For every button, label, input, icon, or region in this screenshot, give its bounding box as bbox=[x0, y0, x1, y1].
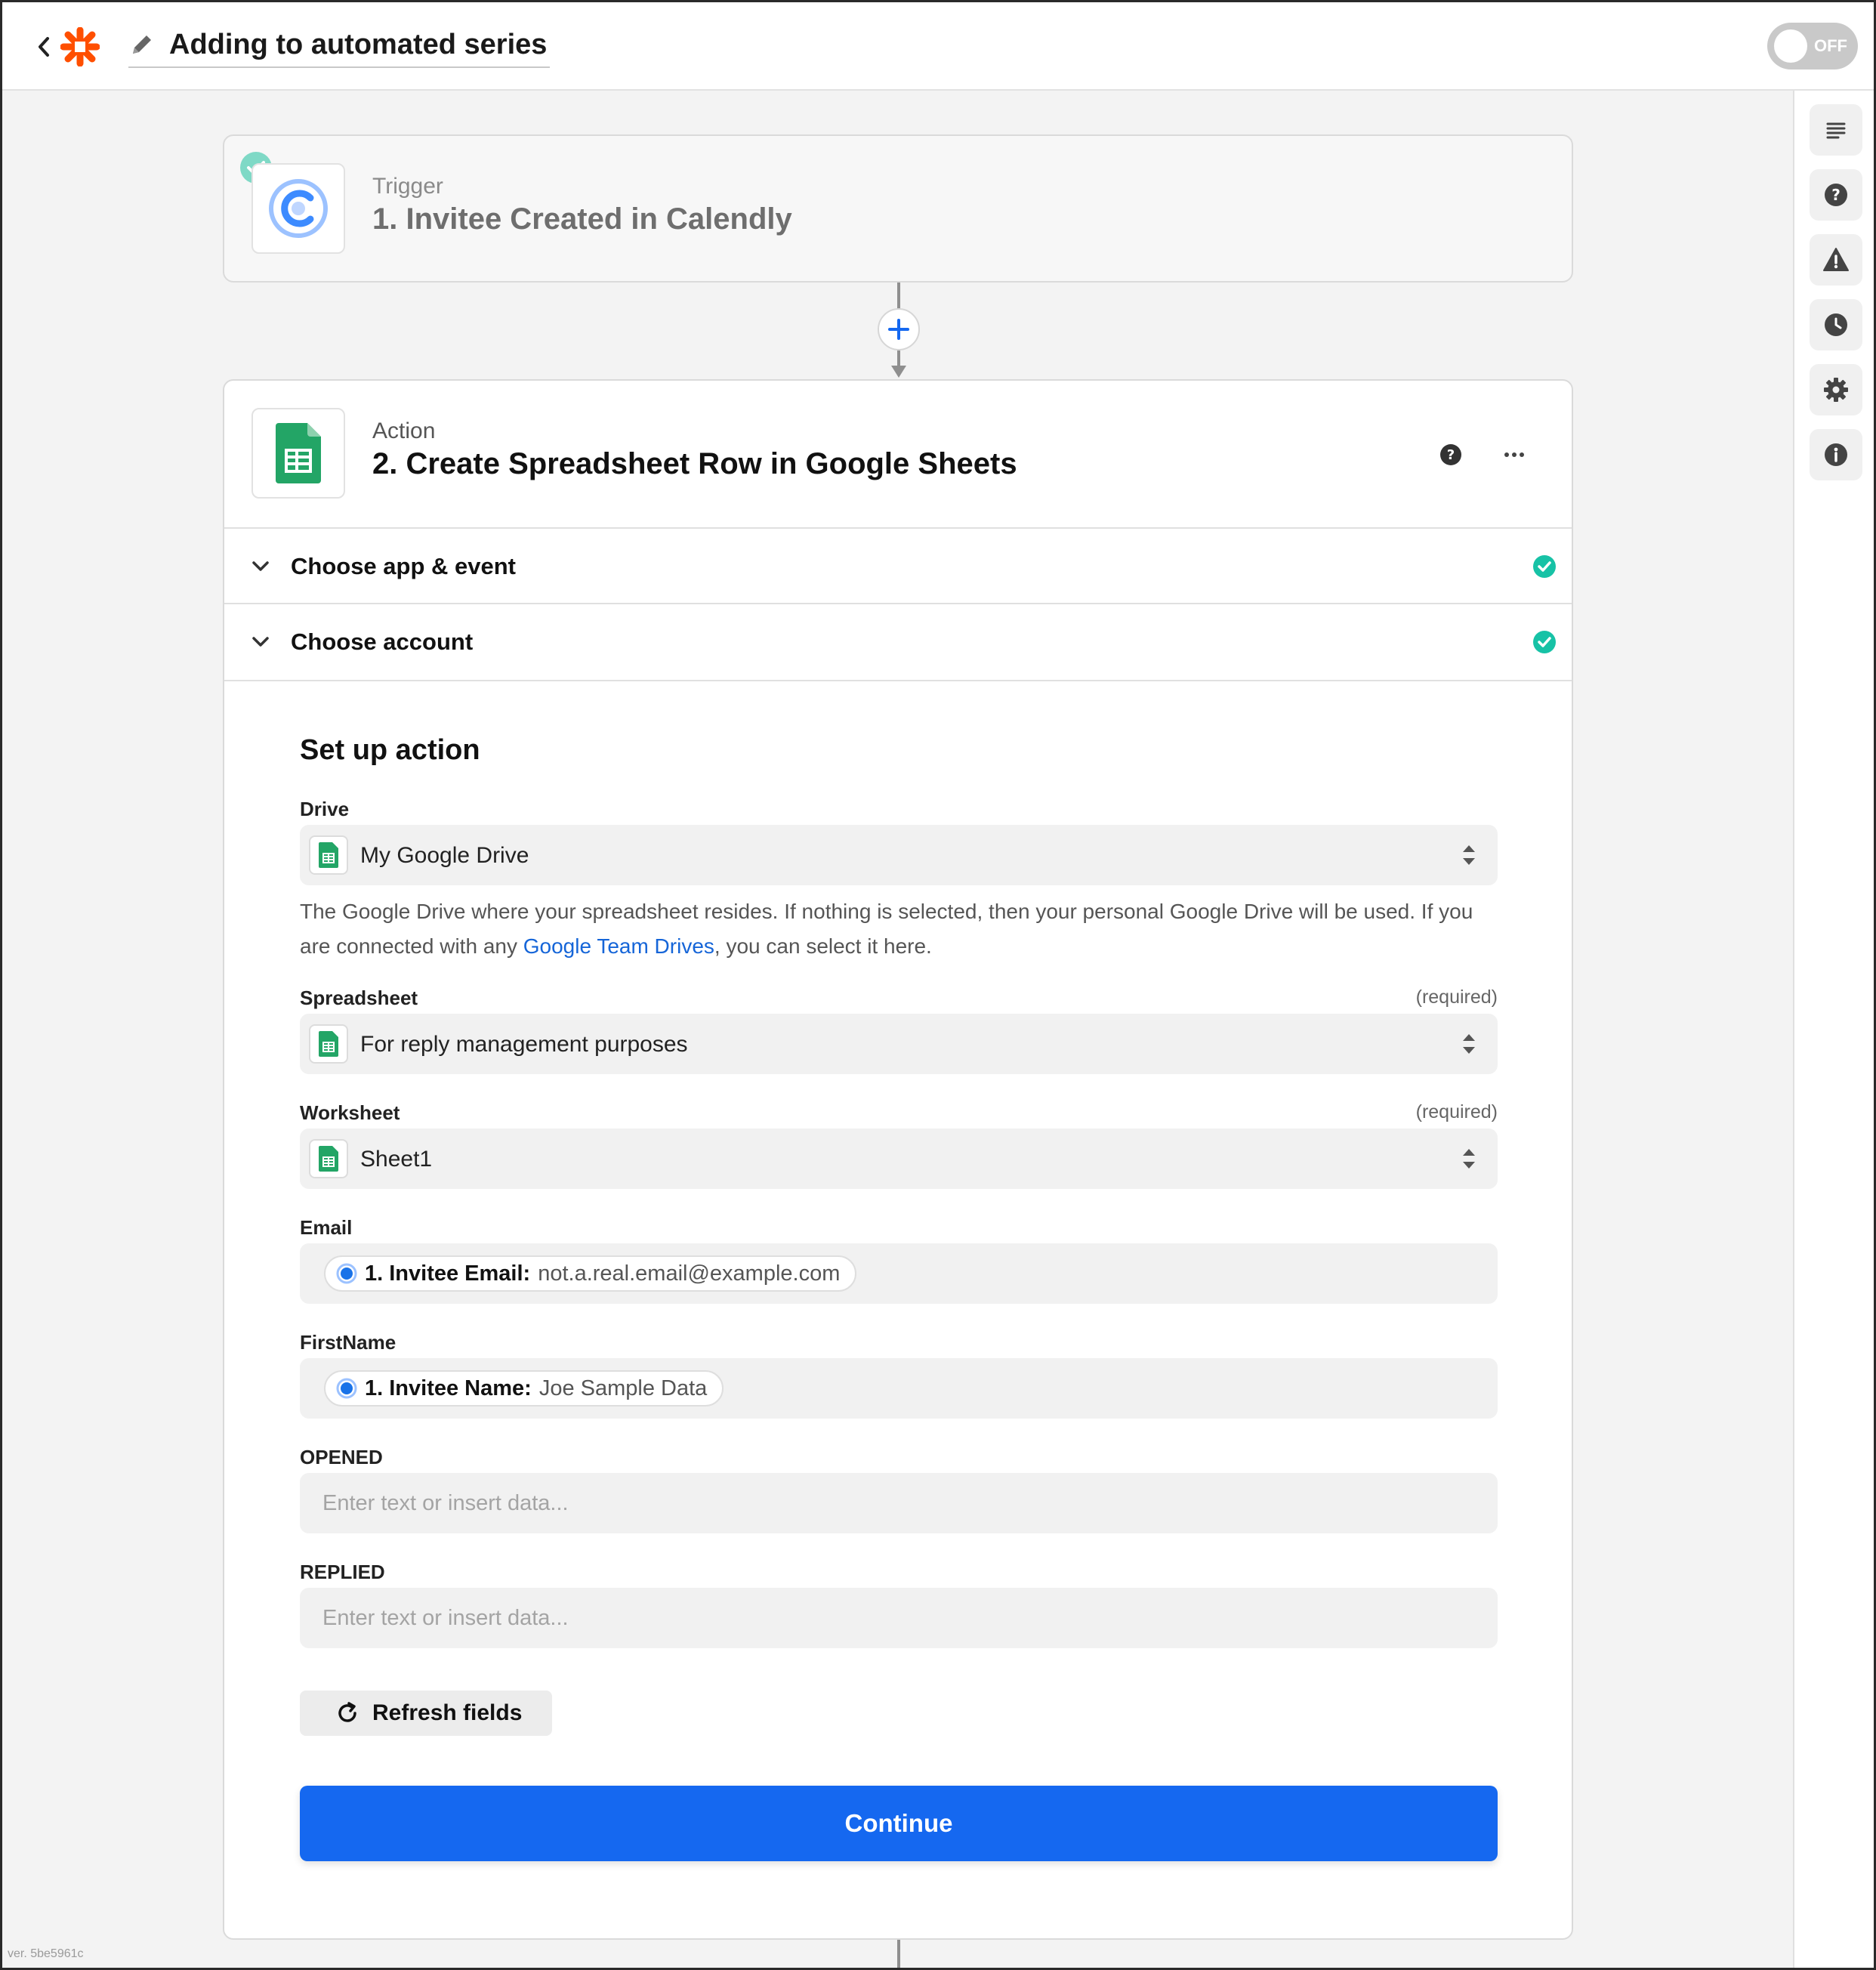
sidebar-info-button[interactable] bbox=[1810, 429, 1862, 480]
editor-canvas: Trigger 1. Invitee Created in Calendly A… bbox=[0, 91, 1793, 1970]
top-header: Adding to automated series OFF bbox=[0, 0, 1876, 91]
opened-placeholder: Enter text or insert data... bbox=[322, 1491, 569, 1515]
action-kind-label: Action bbox=[372, 418, 436, 443]
sort-arrows-icon bbox=[1463, 1034, 1475, 1054]
pill-value: not.a.real.email@example.com bbox=[538, 1261, 841, 1286]
trigger-step-card[interactable]: Trigger 1. Invitee Created in Calendly bbox=[223, 134, 1573, 283]
right-sidebar: ? bbox=[1793, 91, 1876, 1970]
email-field[interactable]: 1. Invitee Email: not.a.real.email@examp… bbox=[300, 1243, 1498, 1304]
google-sheets-app-icon bbox=[251, 408, 345, 499]
svg-text:?: ? bbox=[1831, 186, 1841, 204]
sidebar-alerts-button[interactable] bbox=[1810, 234, 1862, 286]
connector-line-bottom-continuation bbox=[897, 1940, 900, 1970]
drive-value: My Google Drive bbox=[360, 843, 529, 868]
google-sheets-icon bbox=[309, 835, 348, 875]
opened-label: OPENED bbox=[300, 1446, 383, 1468]
mapped-data-pill[interactable]: 1. Invitee Email: not.a.real.email@examp… bbox=[324, 1255, 857, 1292]
refresh-icon bbox=[338, 1702, 356, 1722]
version-label: ver. 5be5961c bbox=[8, 1947, 84, 1960]
pencil-icon bbox=[133, 36, 151, 54]
question-circle-icon: ? bbox=[1440, 444, 1461, 465]
google-team-drives-link[interactable]: Google Team Drives bbox=[523, 934, 714, 958]
drive-label: Drive bbox=[300, 798, 350, 820]
action-step-title: 2. Create Spreadsheet Row in Google Shee… bbox=[372, 447, 1017, 480]
gear-icon bbox=[1824, 378, 1848, 402]
pill-value: Joe Sample Data bbox=[538, 1376, 708, 1400]
replied-placeholder: Enter text or insert data... bbox=[322, 1606, 569, 1630]
chevron-left-icon bbox=[39, 37, 49, 57]
replied-field[interactable]: Enter text or insert data... bbox=[300, 1588, 1498, 1648]
section-label: Choose account bbox=[291, 628, 474, 655]
calendly-icon bbox=[336, 1263, 357, 1284]
warning-triangle-icon bbox=[1823, 248, 1849, 271]
worksheet-value: Sheet1 bbox=[360, 1147, 433, 1172]
toggle-state-label: OFF bbox=[1814, 36, 1847, 55]
firstname-label: FirstName bbox=[300, 1331, 396, 1354]
pill-key: 1. Invitee Name: bbox=[365, 1376, 532, 1400]
check-circle-icon bbox=[1533, 631, 1556, 653]
check-circle-icon bbox=[1533, 555, 1556, 578]
more-horizontal-icon bbox=[1504, 452, 1524, 457]
trigger-step-title: 1. Invitee Created in Calendly bbox=[372, 202, 792, 236]
sidebar-history-button[interactable] bbox=[1810, 299, 1862, 350]
drive-help-text: The Google Drive where your spreadsheet … bbox=[300, 894, 1501, 964]
continue-button[interactable]: Continue bbox=[300, 1786, 1498, 1861]
sidebar-settings-button[interactable] bbox=[1810, 364, 1862, 415]
sidebar-help-button[interactable]: ? bbox=[1810, 169, 1862, 221]
zap-title-editor[interactable]: Adding to automated series bbox=[128, 23, 551, 68]
toggle-knob bbox=[1774, 29, 1807, 63]
action-step-card: Action 2. Create Spreadsheet Row in Goog… bbox=[223, 379, 1573, 1940]
section-choose-app-event[interactable]: Choose app & event bbox=[224, 527, 1572, 603]
calendly-app-icon bbox=[251, 163, 345, 254]
replied-label: REPLIED bbox=[300, 1561, 385, 1583]
refresh-fields-button[interactable]: Refresh fields bbox=[300, 1691, 552, 1736]
section-label: Choose app & event bbox=[291, 553, 516, 579]
trigger-kind-label: Trigger bbox=[372, 174, 443, 199]
email-label: Email bbox=[300, 1216, 353, 1239]
google-sheets-icon bbox=[309, 1024, 348, 1064]
zap-on-off-toggle[interactable]: OFF bbox=[1767, 23, 1858, 69]
worksheet-select[interactable]: Sheet1 bbox=[300, 1129, 1498, 1189]
mapped-data-pill[interactable]: 1. Invitee Name: Joe Sample Data bbox=[324, 1370, 724, 1406]
continue-label: Continue bbox=[844, 1809, 953, 1837]
setup-action-section: Set up action Drive My Google Drive The … bbox=[224, 680, 1572, 1861]
arrow-down-icon bbox=[891, 366, 906, 378]
firstname-field[interactable]: 1. Invitee Name: Joe Sample Data bbox=[300, 1358, 1498, 1419]
clock-icon bbox=[1825, 313, 1847, 336]
back-button[interactable] bbox=[30, 30, 57, 63]
connector-line-top bbox=[897, 283, 900, 310]
spreadsheet-select[interactable]: For reply management purposes bbox=[300, 1014, 1498, 1074]
connector-line-bottom bbox=[897, 350, 900, 367]
sort-arrows-icon bbox=[1463, 1149, 1475, 1169]
chevron-down-icon bbox=[252, 561, 269, 571]
section-choose-account[interactable]: Choose account bbox=[224, 603, 1572, 678]
add-step-button[interactable] bbox=[878, 308, 920, 350]
worksheet-label: Worksheet bbox=[300, 1101, 400, 1124]
spreadsheet-value: For reply management purposes bbox=[360, 1032, 688, 1057]
sort-arrows-icon bbox=[1463, 845, 1475, 865]
question-circle-icon: ? bbox=[1825, 184, 1847, 206]
setup-title: Set up action bbox=[300, 734, 480, 766]
svg-text:?: ? bbox=[1447, 447, 1455, 463]
pill-key: 1. Invitee Email: bbox=[365, 1261, 531, 1286]
calendly-icon bbox=[336, 1378, 357, 1399]
required-indicator: (required) bbox=[1415, 1101, 1498, 1122]
step-more-button[interactable] bbox=[1493, 434, 1535, 476]
google-sheets-icon bbox=[309, 1139, 348, 1178]
drive-select[interactable]: My Google Drive bbox=[300, 825, 1498, 885]
refresh-fields-label: Refresh fields bbox=[372, 1700, 523, 1725]
spreadsheet-label: Spreadsheet bbox=[300, 987, 418, 1009]
step-help-button[interactable]: ? bbox=[1430, 434, 1472, 476]
help-text-part: , you can select it here. bbox=[714, 934, 932, 958]
info-circle-icon bbox=[1825, 443, 1847, 466]
chevron-down-icon bbox=[252, 637, 269, 647]
plus-icon bbox=[888, 319, 909, 340]
list-lines-icon bbox=[1826, 122, 1846, 139]
page-title: Adding to automated series bbox=[169, 28, 548, 60]
sidebar-outline-button[interactable] bbox=[1810, 104, 1862, 156]
zapier-logo-icon[interactable] bbox=[60, 26, 100, 67]
required-indicator: (required) bbox=[1415, 987, 1498, 1008]
opened-field[interactable]: Enter text or insert data... bbox=[300, 1473, 1498, 1533]
